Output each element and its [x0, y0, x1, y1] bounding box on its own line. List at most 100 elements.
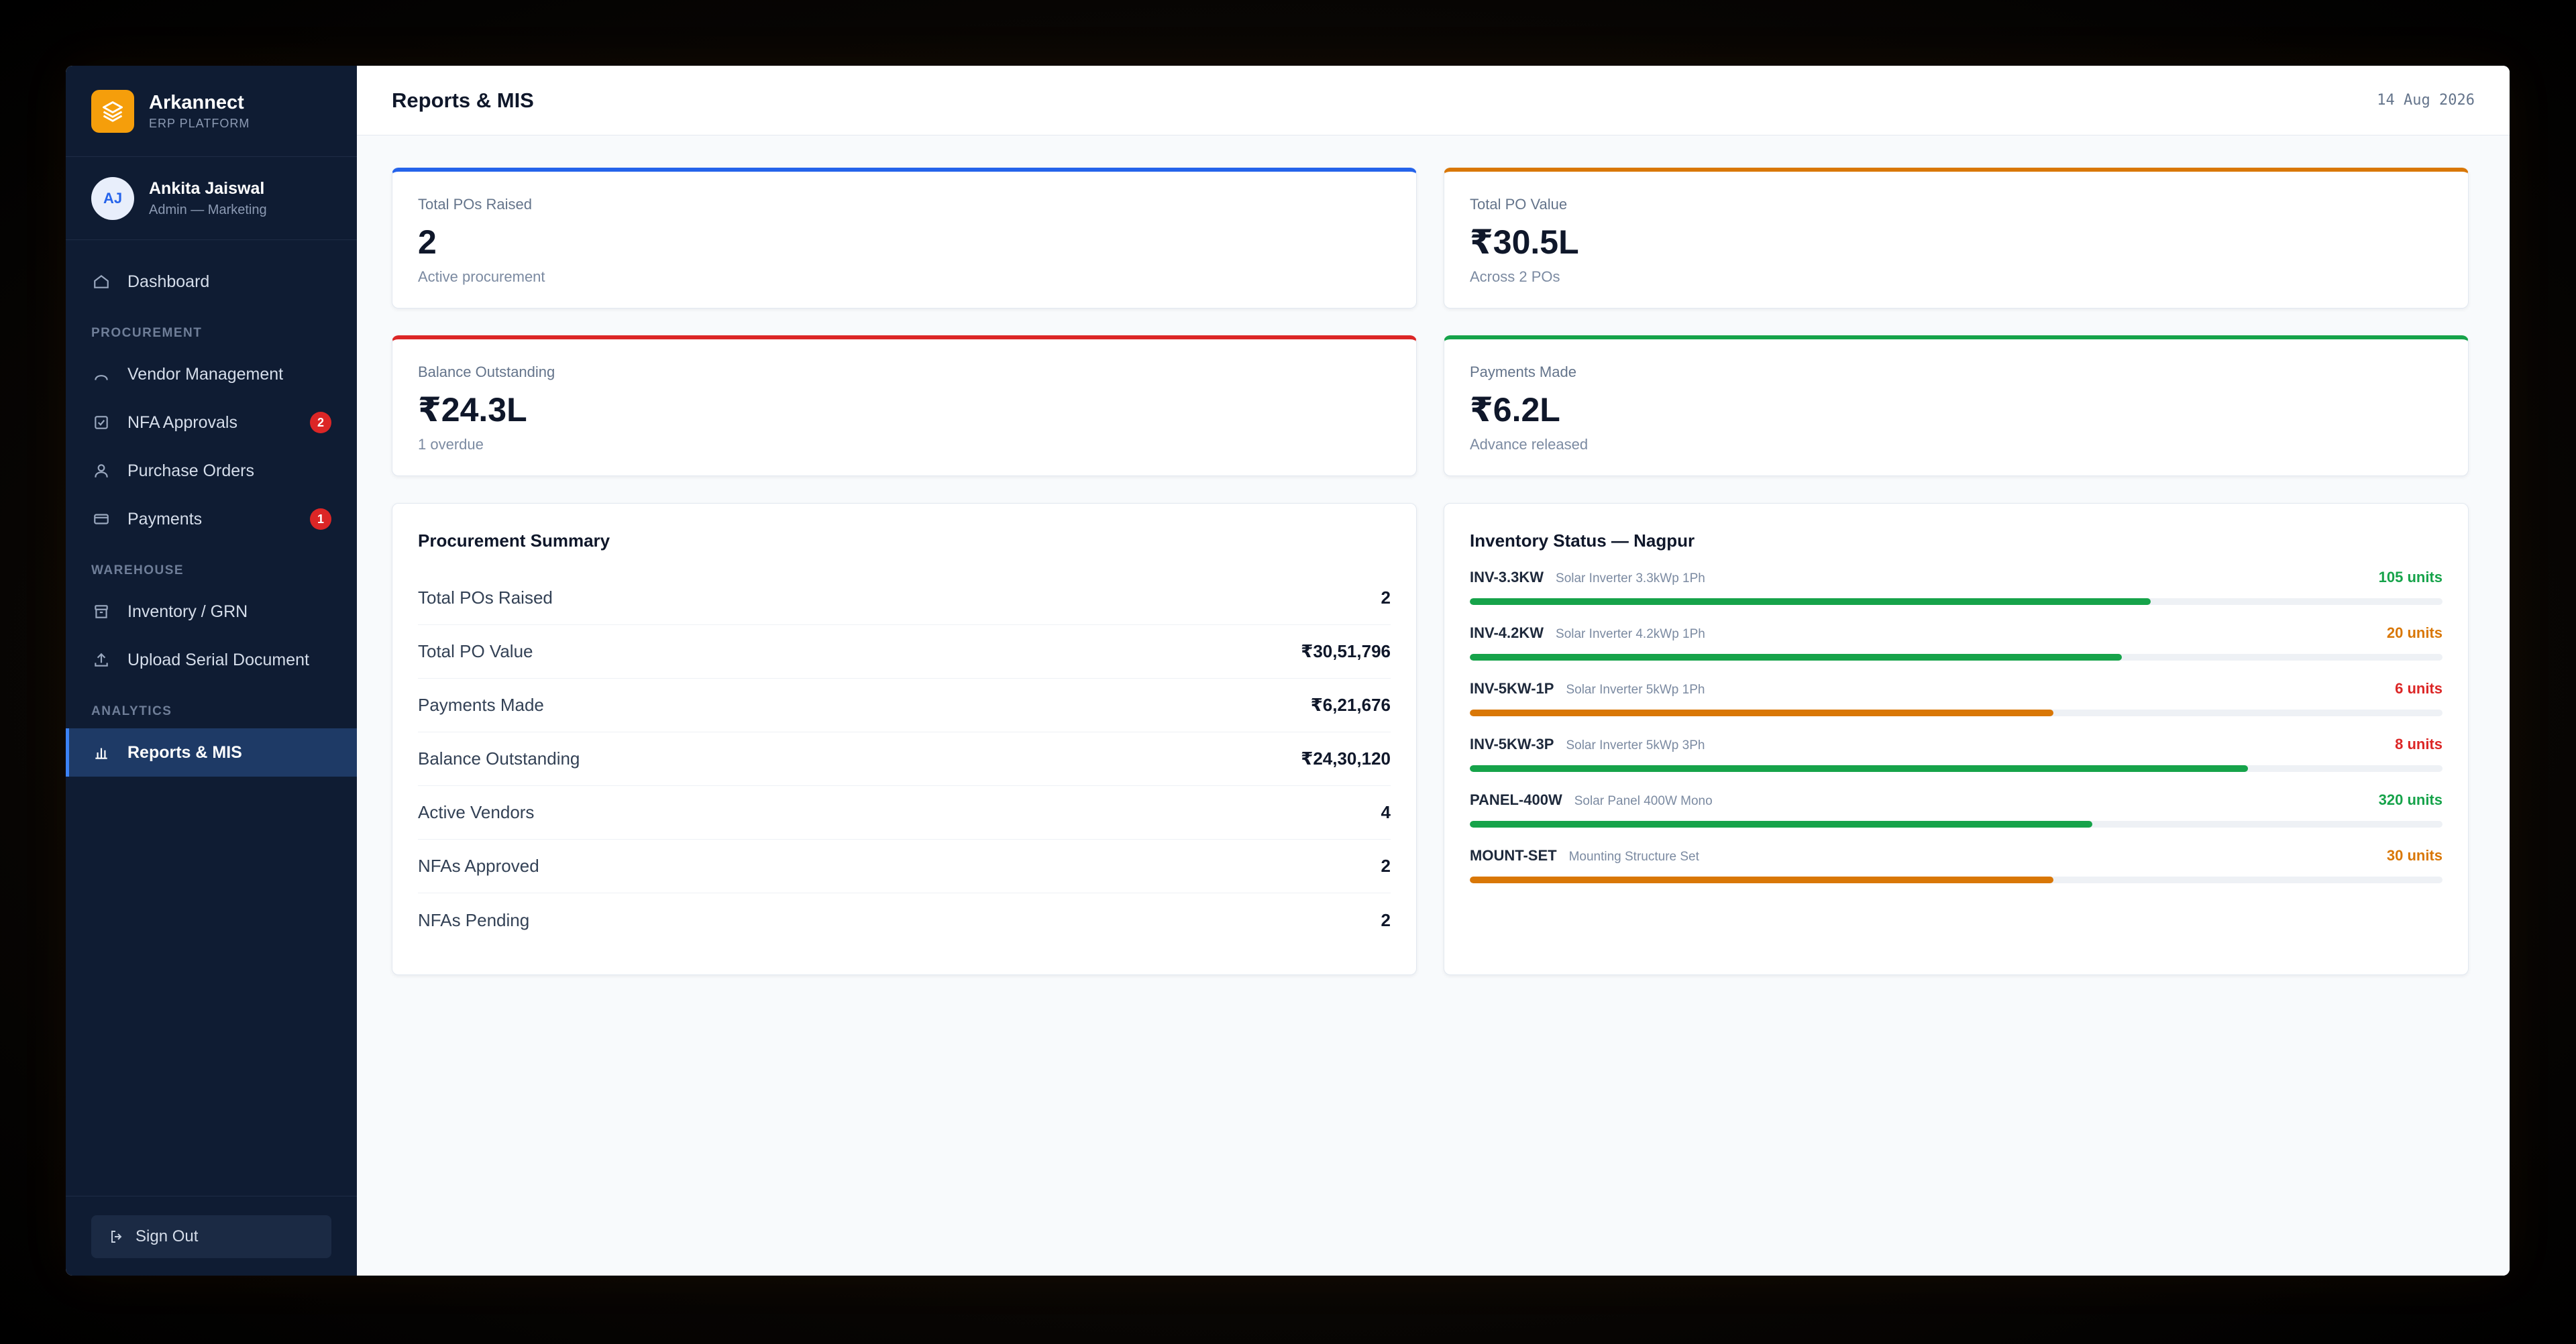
- kpi-card-payments-made: Payments Made ₹6.2L Advance released: [1444, 335, 2469, 476]
- inventory-code: MOUNT-SET: [1470, 847, 1557, 864]
- summary-label: Balance Outstanding: [418, 748, 580, 769]
- sidebar-footer: Sign Out: [66, 1196, 357, 1276]
- summary-row: Active Vendors 4: [418, 786, 1391, 840]
- summary-row: NFAs Approved 2: [418, 840, 1391, 893]
- users-icon: [91, 364, 111, 384]
- inventory-quantity: 20 units: [2386, 624, 2443, 641]
- sidebar-item-label: Purchase Orders: [127, 461, 254, 480]
- nav-section-warehouse: WAREHOUSE: [91, 563, 184, 577]
- inventory-item-header: INV-3.3KW Solar Inverter 3.3kWp 1Ph 105 un…: [1470, 569, 2443, 586]
- panel-title: Inventory Status — Nagpur: [1470, 530, 1695, 551]
- current-date: 14 Aug 2026: [2377, 92, 2475, 109]
- inventory-quantity: 8 units: [2395, 736, 2443, 752]
- sidebar-item-inventory-grn[interactable]: Inventory / GRN: [66, 587, 357, 636]
- inventory-status-panel: Inventory Status — Nagpur INV-3.3KW Solar…: [1444, 503, 2469, 975]
- sidebar-item-payments[interactable]: Payments 1: [66, 495, 357, 543]
- inventory-quantity: 320 units: [2378, 791, 2443, 808]
- sidebar-item-nfa-approvals[interactable]: NFA Approvals 2: [66, 398, 357, 447]
- top-bar: Reports & MIS 14 Aug 2026: [357, 66, 2510, 135]
- kpi-subtext: Across 2 POs: [1470, 268, 1560, 285]
- dashboard-grid: Total POs Raised 2 Active procurement To…: [392, 168, 2475, 975]
- sidebar-item-vendor-management[interactable]: Vendor Management: [66, 350, 357, 398]
- stock-level-bar: [1470, 821, 2443, 828]
- inventory-description: Mounting Structure Set: [1568, 850, 1699, 864]
- summary-label: Payments Made: [418, 695, 544, 715]
- inventory-code: INV-3.3KW: [1470, 569, 1544, 585]
- stock-level-bar: [1470, 877, 2443, 883]
- stock-level-bar: [1470, 654, 2443, 661]
- panel-title: Procurement Summary: [418, 530, 610, 551]
- sidebar-item-label: NFA Approvals: [127, 412, 237, 432]
- sidebar-item-dashboard[interactable]: Dashboard: [66, 258, 357, 306]
- inventory-code: PANEL-400W: [1470, 791, 1562, 808]
- kpi-subtext: Active procurement: [418, 268, 545, 285]
- sign-out-label: Sign Out: [136, 1227, 199, 1245]
- inventory-item: MOUNT-SET Mounting Structure Set 30 units: [1470, 847, 2443, 903]
- user-role: Admin — Marketing: [149, 202, 267, 217]
- inventory-item-title: PANEL-400W Solar Panel 400W Mono: [1470, 791, 1713, 809]
- stock-level-bar: [1470, 710, 2443, 716]
- inventory-quantity: 6 units: [2395, 680, 2443, 697]
- content-area: Total POs Raised 2 Active procurement To…: [357, 135, 2510, 1007]
- kpi-card-total-po-value: Total PO Value ₹30.5L Across 2 POs: [1444, 168, 2469, 309]
- summary-value: 2: [1381, 909, 1391, 930]
- procurement-summary-panel: Procurement Summary Total POs Raised 2 Tot…: [392, 503, 1417, 975]
- stock-level-fill: [1470, 598, 2151, 605]
- inventory-item-title: MOUNT-SET Mounting Structure Set: [1470, 847, 1699, 864]
- inventory-item-header: PANEL-400W Solar Panel 400W Mono 320 units: [1470, 791, 2443, 809]
- inventory-description: Solar Inverter 3.3kWp 1Ph: [1556, 571, 1705, 585]
- kpi-value: ₹24.3L: [418, 391, 527, 429]
- kpi-subtext: Advance released: [1470, 436, 1589, 453]
- summary-row: Balance Outstanding ₹24,30,120: [418, 732, 1391, 786]
- stock-level-fill: [1470, 821, 2092, 828]
- brand-subtitle: ERP PLATFORM: [149, 117, 250, 131]
- user-name: Ankita Jaiswal: [149, 178, 265, 198]
- summary-list: Total POs Raised 2 Total PO Value ₹30,51,79…: [418, 571, 1391, 947]
- brand[interactable]: Arkannect ERP PLATFORM: [66, 66, 357, 157]
- summary-label: NFAs Pending: [418, 909, 530, 930]
- sidebar-item-reports-mis[interactable]: Reports & MIS: [66, 728, 357, 777]
- inventory-item: PANEL-400W Solar Panel 400W Mono 320 units: [1470, 791, 2443, 847]
- sidebar-item-label: Reports & MIS: [127, 742, 242, 762]
- inventory-item: INV-4.2KW Solar Inverter 4.2kWp 1Ph 20 uni…: [1470, 624, 2443, 680]
- inventory-item-title: INV-5KW-3P Solar Inverter 5kWp 3Ph: [1470, 736, 1705, 753]
- sidebar-item-purchase-orders[interactable]: Purchase Orders: [66, 447, 357, 495]
- main-content: Reports & MIS 14 Aug 2026 Total POs Rais…: [357, 66, 2510, 1276]
- inventory-description: Solar Inverter 5kWp 1Ph: [1566, 683, 1705, 697]
- inventory-item-title: INV-5KW-1P Solar Inverter 5kWp 1Ph: [1470, 680, 1705, 697]
- kpi-value: ₹30.5L: [1470, 223, 1579, 261]
- summary-label: Total POs Raised: [418, 587, 553, 608]
- inventory-quantity: 105 units: [2378, 569, 2443, 585]
- kpi-label: Payments Made: [1470, 363, 1576, 380]
- stock-level-bar: [1470, 765, 2443, 772]
- user-profile[interactable]: AJ Ankita Jaiswal Admin — Marketing: [66, 157, 357, 240]
- payments-count-badge: 1: [310, 508, 331, 530]
- stock-level-fill: [1470, 710, 2053, 716]
- stock-level-fill: [1470, 654, 2122, 661]
- inventory-code: INV-5KW-3P: [1470, 736, 1554, 752]
- kpi-label: Total POs Raised: [418, 196, 532, 213]
- summary-value: ₹30,51,796: [1301, 641, 1391, 661]
- inventory-item: INV-5KW-1P Solar Inverter 5kWp 1Ph 6 units: [1470, 680, 2443, 736]
- sign-out-button[interactable]: Sign Out: [91, 1215, 331, 1258]
- summary-row: Total PO Value ₹30,51,796: [418, 625, 1391, 679]
- sidebar-item-label: Dashboard: [127, 272, 210, 291]
- kpi-value: ₹6.2L: [1470, 391, 1560, 429]
- user-icon: [91, 461, 111, 481]
- inventory-quantity: 30 units: [2386, 847, 2443, 864]
- nav-section-procurement: PROCUREMENT: [91, 326, 203, 340]
- inventory-item-title: INV-3.3KW Solar Inverter 3.3kWp 1Ph: [1470, 569, 1705, 586]
- avatar: AJ: [91, 176, 134, 220]
- app-window: Arkannect ERP PLATFORM AJ Ankita Jaiswal…: [66, 66, 2510, 1276]
- layers-icon: [91, 89, 134, 133]
- summary-label: Active Vendors: [418, 802, 535, 822]
- inventory-description: Solar Panel 400W Mono: [1574, 794, 1713, 808]
- inventory-list: INV-3.3KW Solar Inverter 3.3kWp 1Ph 105 un…: [1470, 569, 2443, 903]
- sidebar-item-upload-serial-document[interactable]: Upload Serial Document: [66, 636, 357, 684]
- summary-value: 4: [1381, 802, 1391, 822]
- upload-icon: [91, 650, 111, 670]
- summary-value: ₹24,30,120: [1301, 748, 1391, 769]
- checkbox-icon: [91, 412, 111, 433]
- kpi-subtext: 1 overdue: [418, 436, 484, 453]
- summary-value: ₹6,21,676: [1310, 695, 1391, 715]
